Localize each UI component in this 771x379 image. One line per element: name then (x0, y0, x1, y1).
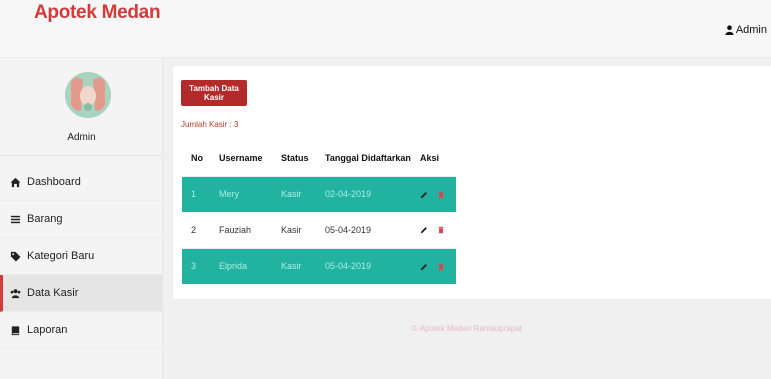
cell-username: Fauziah (210, 212, 272, 249)
sidebar-item-label: Barang (27, 213, 63, 225)
delete-icon[interactable] (437, 226, 445, 234)
cell-date: 05-04-2019 (316, 212, 411, 249)
column-header: No (182, 140, 210, 177)
kasir-panel: Tambah Data Kasir Jumlah Kasir : 3 No Us… (173, 66, 771, 299)
delete-icon[interactable] (437, 191, 445, 199)
kasir-count: Jumlah Kasir : 3 (181, 120, 239, 129)
cell-no: 3 (182, 248, 210, 284)
sidebar-item-label: Laporan (27, 324, 68, 336)
column-header: Tanggal Didaftarkan (316, 140, 411, 177)
sidebar-item-laporan[interactable]: Laporan (0, 312, 163, 349)
cell-username: Mery (210, 176, 272, 212)
sidebar-item-dashboard[interactable]: Dashboard (0, 164, 163, 201)
sidebar-item-label: Dashboard (27, 176, 81, 188)
avatar-image (65, 72, 111, 118)
kasir-table: No Username Status Tanggal Didaftarkan A… (182, 140, 456, 284)
sidebar-item-barang[interactable]: Barang (0, 201, 163, 238)
table-row: 3 Elprida Kasir 05-04-2019 (182, 248, 456, 284)
cell-no: 2 (182, 212, 210, 249)
users-icon (10, 288, 21, 298)
main-content: Tambah Data Kasir Jumlah Kasir : 3 No Us… (163, 58, 771, 379)
cell-actions (411, 176, 456, 212)
brand-logo[interactable]: Apotek Medan (34, 2, 161, 24)
cell-username: Elprida (210, 248, 272, 284)
book-icon (11, 325, 20, 335)
cell-date: 05-04-2019 (316, 248, 411, 284)
cell-no: 1 (182, 176, 210, 212)
cell-status: Kasir (272, 176, 316, 212)
cell-actions (411, 212, 456, 249)
sidebar-item-kategori-baru[interactable]: Kategori Baru (0, 238, 163, 275)
sidebar-item-label: Data Kasir (27, 287, 79, 299)
column-header: Aksi (411, 140, 456, 177)
cell-status: Kasir (272, 212, 316, 249)
edit-icon[interactable] (420, 226, 428, 234)
sidebar-item-data-kasir[interactable]: Data Kasir (0, 275, 163, 312)
add-kasir-button[interactable]: Tambah Data Kasir (181, 80, 247, 106)
column-header: Status (272, 140, 316, 177)
tag-icon (10, 251, 21, 262)
avatar (65, 72, 111, 118)
edit-icon[interactable] (420, 191, 428, 199)
delete-icon[interactable] (437, 263, 445, 271)
cell-date: 02-04-2019 (316, 176, 411, 212)
sidebar: Admin Dashboard Barang Kategori Baru Dat… (0, 58, 163, 379)
cell-actions (411, 248, 456, 284)
user-icon (725, 25, 734, 35)
top-navbar: Apotek Medan Admin (0, 0, 771, 58)
profile-name: Admin (67, 132, 96, 143)
bars-icon (10, 215, 21, 223)
table-row: 1 Mery Kasir 02-04-2019 (182, 176, 456, 212)
sidebar-profile: Admin (0, 58, 162, 156)
user-menu-label: Admin (735, 24, 767, 36)
edit-icon[interactable] (420, 263, 428, 271)
footer-copyright: © Apotek Medan Rantauprapat (412, 324, 522, 333)
home-icon (10, 177, 21, 187)
column-header: Username (210, 140, 272, 177)
sidebar-item-label: Kategori Baru (27, 250, 95, 262)
table-row: 2 Fauziah Kasir 05-04-2019 (182, 212, 456, 249)
table-header-row: No Username Status Tanggal Didaftarkan A… (182, 140, 456, 177)
user-menu[interactable]: Admin (725, 24, 767, 36)
cell-status: Kasir (272, 248, 316, 284)
